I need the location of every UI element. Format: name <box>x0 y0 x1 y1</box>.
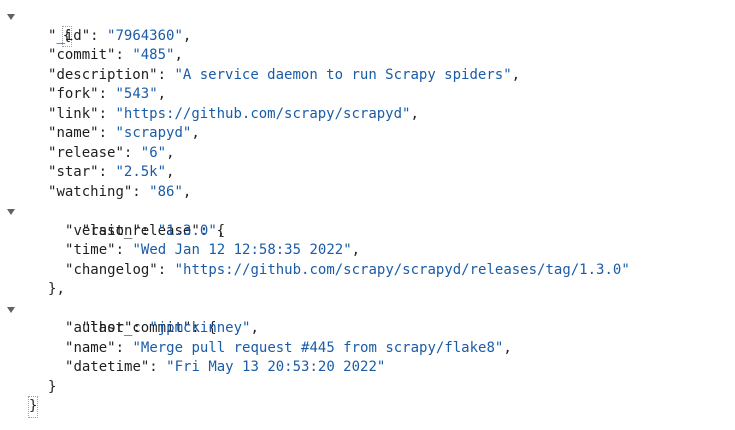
json-viewer: { "_id": "7964360", "commit": "485", "de… <box>0 7 735 418</box>
json-key: star <box>56 164 91 180</box>
json-root-close-line: } <box>0 396 735 418</box>
json-value: 2.5k <box>123 164 158 180</box>
json-value: Merge pull request #445 from scrapy/flak… <box>140 339 495 356</box>
json-field-line: "commit": "485", <box>48 47 183 63</box>
json-object-close-brace: } <box>48 281 57 297</box>
json-field-line: "watching": "86", <box>48 183 192 200</box>
json-key: datetime <box>73 359 141 375</box>
json-object-close-line: } <box>0 378 735 398</box>
json-value: 1.3.0 <box>166 222 209 239</box>
json-value: jpmckinney <box>157 320 243 336</box>
json-key: fork <box>56 86 91 102</box>
json-object-close-line: }, <box>48 281 65 297</box>
json-key: commit <box>56 47 108 63</box>
json-key: author <box>73 320 125 336</box>
json-key: _id <box>56 27 82 44</box>
json-key: watching <box>56 183 124 200</box>
json-field-line: "description": "A service daemon to run … <box>48 66 521 83</box>
json-root-open-line: { <box>0 7 735 47</box>
json-value: Fri May 13 20:53:20 2022 <box>174 359 377 375</box>
json-key: name <box>56 125 91 141</box>
json-key: time <box>73 242 108 258</box>
json-key: version <box>73 222 133 239</box>
json-value: 485 <box>140 47 167 63</box>
collapse-last-release-toggle-icon[interactable] <box>7 209 15 215</box>
json-key: description <box>56 66 150 83</box>
collapse-root-toggle-icon[interactable] <box>7 14 15 20</box>
collapse-last-commit-toggle-icon[interactable] <box>7 306 15 313</box>
json-object-close-brace: } <box>48 378 57 395</box>
json-field-line: "release": "6", <box>48 144 175 161</box>
json-object-open-line-last-commit: "last_commit": { <box>0 300 735 336</box>
json-field-line: "link": "https://github.com/scrapy/scrap… <box>48 105 419 122</box>
json-object-open-line-last-release: "last_release": { <box>0 202 735 239</box>
json-field-line: "version": "1.3.0", <box>65 222 226 239</box>
json-value: 543 <box>123 86 150 102</box>
json-key: changelog <box>73 261 150 278</box>
json-key: link <box>56 105 91 122</box>
json-field-line: "name": "Merge pull request #445 from sc… <box>65 339 512 356</box>
json-field-line: "_id": "7964360", <box>48 27 192 44</box>
json-value: Wed Jan 12 12:58:35 2022 <box>140 242 344 258</box>
json-link-value: https://github.com/scrapy/scrapyd/releas… <box>183 261 622 278</box>
json-value: 6 <box>149 144 158 161</box>
json-value: 86 <box>157 183 175 200</box>
json-key: release <box>56 144 116 161</box>
json-key: name <box>73 339 108 356</box>
json-field-line: "author": "jpmckinney", <box>65 320 259 336</box>
json-field-line: "datetime": "Fri May 13 20:53:20 2022" <box>65 359 386 375</box>
json-value: 7964360 <box>115 27 175 44</box>
json-value: A service daemon to run Scrapy spiders <box>182 66 504 83</box>
json-root-close-brace: } <box>27 396 39 418</box>
json-field-line: "fork": "543", <box>48 86 167 102</box>
json-value: https://github.com/scrapy/scrapyd <box>123 105 403 122</box>
json-value: scrapyd <box>123 125 183 141</box>
json-field-line: "changelog": "https://github.com/scrapy/… <box>65 261 630 278</box>
json-field-line: "time": "Wed Jan 12 12:58:35 2022", <box>65 242 361 258</box>
json-field-line: "name": "scrapyd", <box>48 125 200 141</box>
json-field-line: "star": "2.5k", <box>48 164 175 180</box>
